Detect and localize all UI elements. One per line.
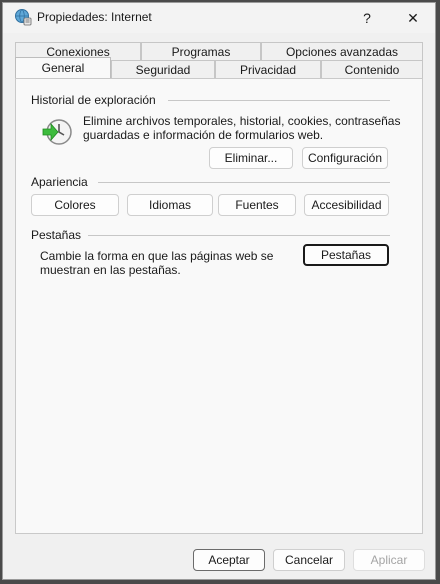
title-bar: Propiedades: Internet ? ✕ [3,3,435,33]
tab-label: Programas [171,44,231,59]
close-button[interactable]: ✕ [391,3,435,33]
history-group-divider [168,100,390,101]
history-group-label: Historial de exploración [31,93,156,107]
accept-button[interactable]: Aceptar [193,549,265,571]
tab-label: Contenido [344,62,400,77]
tab-label: General [41,61,85,75]
internet-properties-dialog: Propiedades: Internet ? ✕ Conexiones Pro… [2,2,436,580]
tab-opciones-avanzadas[interactable]: Opciones avanzadas [261,42,423,60]
tab-programas[interactable]: Programas [141,42,261,60]
tab-seguridad[interactable]: Seguridad [111,60,215,78]
tabs-description-line-2: muestran en las pestañas. [40,263,181,277]
cancel-button[interactable]: Cancelar [273,549,345,571]
apply-button[interactable]: Aplicar [353,549,425,571]
tabs-settings-label: Pestañas [320,248,372,262]
tab-label: Seguridad [135,62,191,77]
tabs-group-label: Pestañas [31,228,82,242]
tab-general[interactable]: General [15,57,111,78]
history-clock-icon [42,119,72,145]
tabs-group-divider [88,235,390,236]
fonts-label: Fuentes [235,198,279,212]
window-title: Propiedades: Internet [37,10,152,24]
cancel-label: Cancelar [284,553,334,567]
history-settings-label: Configuración [307,151,383,165]
appearance-group-divider [98,182,390,183]
internet-options-icon [15,9,32,26]
tabs-description-line-1: Cambie la forma en que las páginas web s… [40,249,274,263]
colors-button[interactable]: Colores [31,194,119,216]
tabs-settings-button[interactable]: Pestañas [303,244,389,266]
tab-row-front: General Seguridad Privacidad Contenido [15,57,423,78]
appearance-group-label: Apariencia [31,175,88,189]
history-description-line-1: Elimine archivos temporales, historial, … [83,114,401,128]
tab-privacidad[interactable]: Privacidad [215,60,321,78]
fonts-button[interactable]: Fuentes [218,194,296,216]
apply-label: Aplicar [370,553,408,567]
accept-label: Aceptar [208,553,250,567]
history-settings-button[interactable]: Configuración [302,147,388,169]
tab-label: Opciones avanzadas [285,44,399,59]
languages-label: Idiomas [148,198,192,212]
close-icon: ✕ [407,9,419,26]
general-tab-panel: Historial de exploración Elimine archivo… [15,78,423,534]
history-description-line-2: guardadas e información de formularios w… [83,128,324,142]
help-button[interactable]: ? [345,3,389,33]
languages-button[interactable]: Idiomas [127,194,213,216]
accessibility-button[interactable]: Accesibilidad [304,194,389,216]
tab-label: Privacidad [239,62,297,77]
colors-label: Colores [54,198,96,212]
accessibility-label: Accesibilidad [311,198,382,212]
delete-history-button[interactable]: Eliminar... [209,147,293,169]
help-icon: ? [363,10,371,26]
tab-contenido[interactable]: Contenido [321,60,423,78]
delete-history-label: Eliminar... [224,151,278,165]
